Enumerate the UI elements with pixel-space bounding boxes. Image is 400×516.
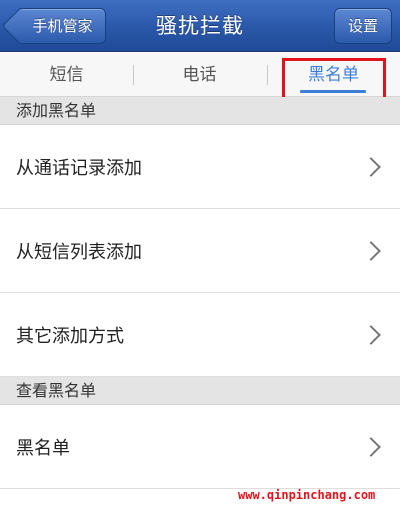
- list-item-add-from-call-log[interactable]: 从通话记录添加: [0, 125, 400, 209]
- chevron-right-icon: [361, 156, 381, 177]
- list-item-label: 从短信列表添加: [16, 241, 142, 263]
- section-header-view: 查看黑名单: [0, 377, 400, 405]
- settings-button[interactable]: 设置: [334, 8, 392, 44]
- watermark-text: www.qinpinchang.com: [238, 488, 376, 502]
- list-item-add-from-sms-list[interactable]: 从短信列表添加: [0, 209, 400, 293]
- chevron-right-icon: [361, 436, 381, 457]
- title-bar: 手机管家 骚扰拦截 设置: [0, 0, 400, 52]
- tab-calls[interactable]: 电话: [133, 53, 266, 97]
- tab-sms[interactable]: 短信: [0, 53, 133, 97]
- list-item-label: 黑名单: [16, 437, 70, 459]
- chevron-right-icon: [361, 240, 381, 261]
- list-item-label: 其它添加方式: [16, 325, 124, 347]
- list-item-label: 从通话记录添加: [16, 157, 142, 179]
- chevron-right-icon: [361, 324, 381, 345]
- list-item-other-add-methods[interactable]: 其它添加方式: [0, 293, 400, 377]
- list-item-blacklist[interactable]: 黑名单: [0, 405, 400, 489]
- section-header-add: 添加黑名单: [0, 97, 400, 125]
